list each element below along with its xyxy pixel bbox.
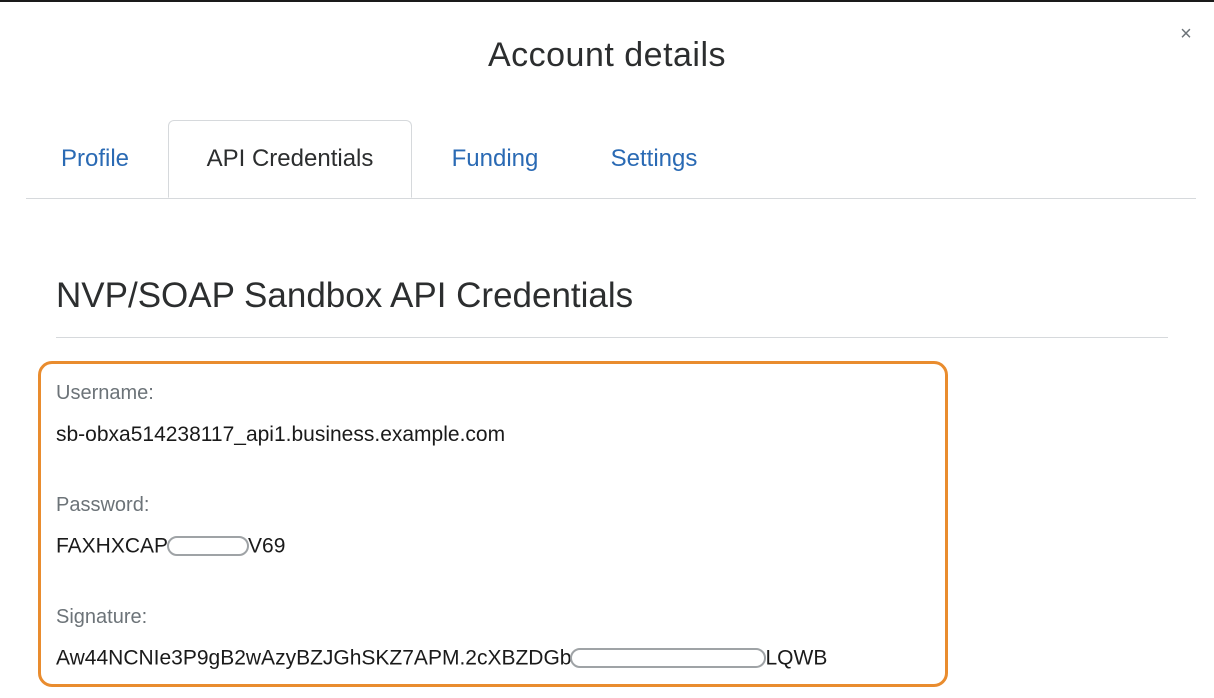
password-redaction (167, 536, 250, 557)
section-divider (56, 337, 1168, 338)
username-value: sb-obxa514238117_api1.business.example.c… (56, 423, 506, 446)
dialog-title: Account details (487, 36, 727, 74)
top-border (0, 0, 1214, 2)
section-title: NVP/SOAP Sandbox API Credentials (56, 276, 634, 315)
tab-profile[interactable]: Profile (54, 120, 136, 198)
credentials-highlight-box (38, 361, 948, 687)
signature-label: Signature: (56, 606, 148, 628)
tab-settings[interactable]: Settings (602, 120, 706, 198)
tab-funding[interactable]: Funding (444, 120, 546, 198)
password-value-prefix: FAXHXCAP (56, 534, 169, 558)
password-label: Password: (56, 494, 150, 516)
tab-bar: Profile API Credentials Funding Settings (26, 120, 1196, 199)
signature-redaction (570, 648, 767, 669)
signature-value: Aw44NCNIe3P9gB2wAzyBZJGhSKZ7APM.2cXBZDGb… (56, 646, 827, 670)
signature-value-suffix: LQWB (765, 646, 828, 670)
username-label: Username: (56, 382, 154, 404)
password-value-suffix: V69 (248, 534, 286, 558)
password-value: FAXHXCAP V69 (56, 534, 285, 558)
tab-api-credentials[interactable]: API Credentials (168, 120, 412, 198)
signature-value-prefix: Aw44NCNIe3P9gB2wAzyBZJGhSKZ7APM.2cXBZDGb (56, 646, 572, 670)
